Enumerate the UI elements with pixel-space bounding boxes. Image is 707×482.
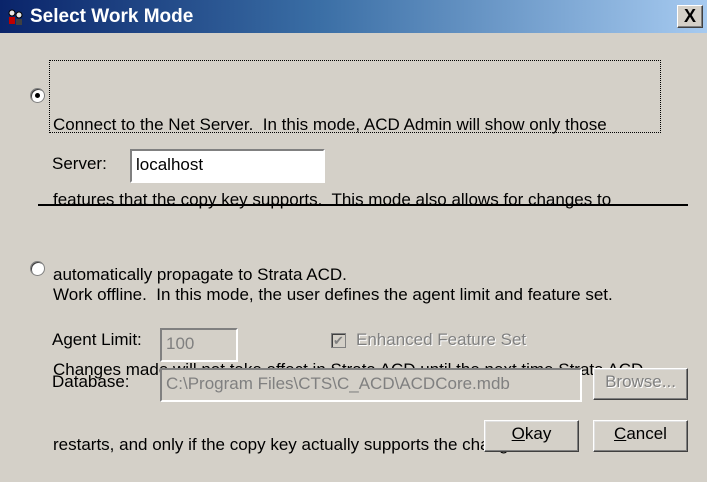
mode-separator — [38, 204, 688, 206]
connect-server-radio[interactable] — [30, 88, 45, 103]
agent-limit-input[interactable]: 100 — [160, 328, 238, 362]
offline-description-line: Work offline. In this mode, the user def… — [53, 285, 613, 304]
cancel-button[interactable]: Cancel — [593, 420, 688, 452]
server-label: Server: — [52, 154, 107, 173]
app-icon — [8, 9, 23, 25]
enhanced-feature-label: Enhanced Feature Set — [356, 330, 527, 349]
close-icon: X — [683, 6, 696, 26]
database-label: Database: — [52, 372, 130, 391]
cancel-label: Cancel — [614, 424, 667, 443]
enhanced-feature-checkbox[interactable]: ✔ — [331, 333, 346, 348]
checkmark-icon: ✔ — [333, 333, 344, 348]
server-input[interactable]: localhost — [130, 149, 325, 183]
work-offline-radio[interactable] — [30, 261, 45, 276]
database-path-input[interactable]: C:\Program Files\CTS\C_ACD\ACDCore.mdb — [160, 368, 582, 402]
browse-button[interactable]: Browse... — [593, 368, 688, 400]
agent-limit-label: Agent Limit: — [52, 330, 142, 349]
close-button[interactable]: X — [677, 5, 703, 28]
window-title: Select Work Mode — [30, 6, 194, 27]
okay-label: Okay — [511, 424, 552, 443]
okay-button[interactable]: Okay — [484, 420, 579, 452]
connect-description-line: Connect to the Net Server. In this mode,… — [53, 115, 607, 134]
connect-description-line: features that the copy key supports. Thi… — [53, 190, 612, 209]
title-bar: Select Work Mode X — [0, 0, 707, 33]
